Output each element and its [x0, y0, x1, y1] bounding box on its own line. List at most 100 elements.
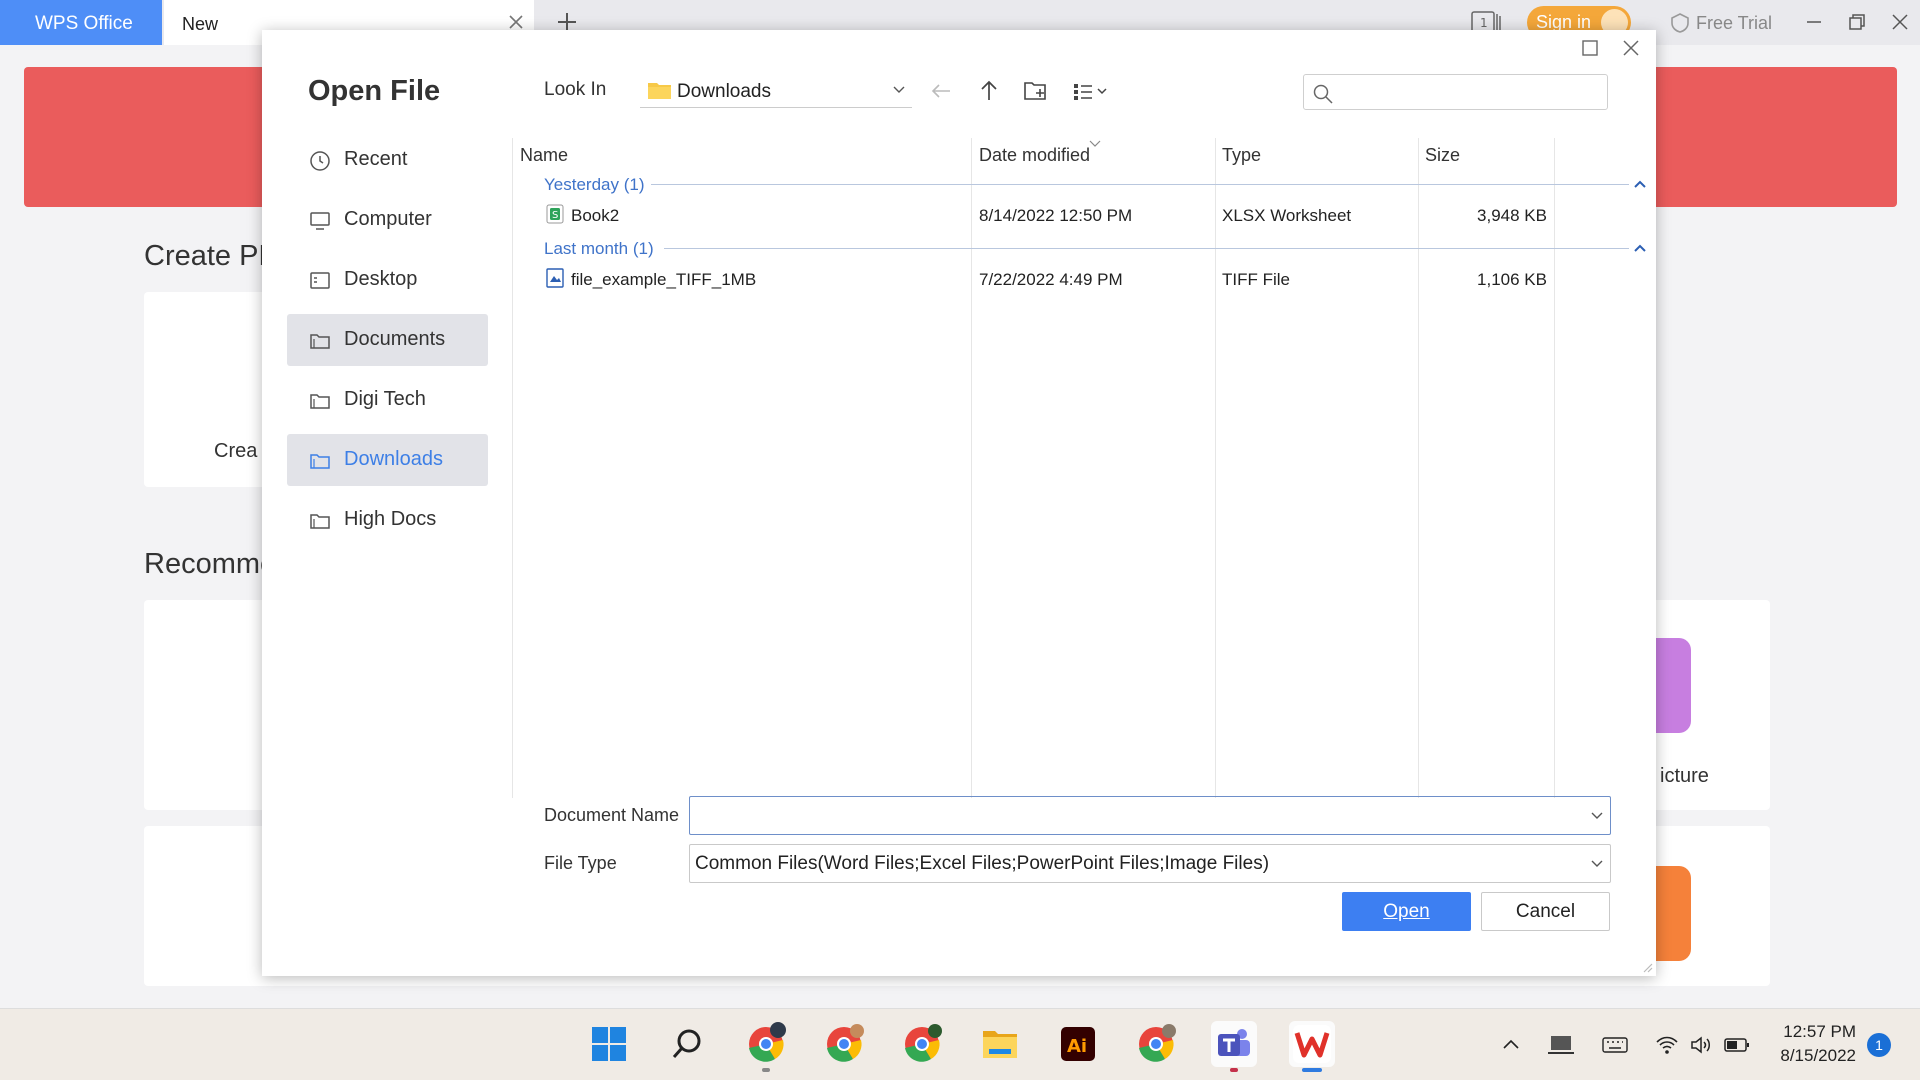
close-tab-icon[interactable]: [506, 12, 526, 32]
back-icon[interactable]: [928, 78, 954, 104]
group-header-yesterday[interactable]: Yesterday (1): [544, 175, 644, 195]
clock-date[interactable]: 8/15/2022: [1780, 1046, 1856, 1066]
clock-time[interactable]: 12:57 PM: [1783, 1022, 1856, 1042]
nav-label: Desktop: [344, 268, 418, 290]
running-indicator: [762, 1068, 770, 1072]
nav-item-documents[interactable]: Documents: [287, 314, 488, 366]
column-divider: [1418, 138, 1419, 798]
chevron-up-icon[interactable]: [1499, 1033, 1523, 1057]
chrome-icon[interactable]: [821, 1021, 867, 1067]
folder-icon: [648, 83, 671, 99]
file-date: 8/14/2022 12:50 PM: [979, 206, 1133, 225]
look-in-dropdown[interactable]: Downloads: [640, 72, 912, 108]
tab-wps-office[interactable]: WPS Office: [0, 0, 162, 45]
file-date: 7/22/2022 4:49 PM: [979, 270, 1123, 289]
file-size: 1,106 KB: [1477, 270, 1547, 289]
wps-icon[interactable]: [1289, 1021, 1335, 1072]
file-type: TIFF File: [1222, 270, 1290, 289]
file-type: XLSX Worksheet: [1222, 206, 1352, 225]
desktop-icon: [310, 272, 330, 289]
notification-badge[interactable]: 1: [1867, 1033, 1891, 1057]
file-name: file_example_TIFF_1MB: [571, 270, 757, 289]
laptop-icon[interactable]: [1547, 1033, 1575, 1057]
create-card-label: Crea: [214, 440, 258, 462]
chevron-down-icon: [893, 86, 905, 93]
nav-item-digi-tech[interactable]: Digi Tech: [287, 374, 488, 426]
nav-item-desktop[interactable]: Desktop: [287, 254, 488, 306]
wifi-icon[interactable]: [1655, 1033, 1679, 1057]
start-icon[interactable]: [586, 1021, 632, 1067]
create-card[interactable]: Crea: [144, 292, 274, 487]
spreadsheet-icon: S: [546, 204, 564, 224]
folder-icon: [310, 334, 330, 349]
nav-label: Recent: [344, 148, 408, 170]
restore-icon[interactable]: [1845, 10, 1869, 34]
volume-icon[interactable]: [1689, 1033, 1713, 1057]
dialog-close-icon[interactable]: [1619, 36, 1643, 60]
column-header-date[interactable]: Date modified: [979, 145, 1090, 166]
column-header-type[interactable]: Type: [1222, 145, 1261, 166]
group-header-last-month[interactable]: Last month (1): [544, 239, 654, 259]
dialog-title: Open File: [308, 75, 441, 107]
up-folder-icon[interactable]: [976, 78, 1002, 104]
chrome-icon[interactable]: [743, 1021, 789, 1072]
resize-grip-icon[interactable]: [1641, 961, 1653, 973]
nav-label: Computer: [344, 208, 432, 230]
search-box[interactable]: [1303, 74, 1608, 110]
nav-item-high-docs[interactable]: High Docs: [287, 494, 488, 546]
column-header-name[interactable]: Name: [520, 145, 568, 166]
nav-item-recent[interactable]: Recent: [287, 134, 488, 186]
minimize-icon[interactable]: [1802, 10, 1826, 34]
look-in-label: Look In: [544, 79, 607, 100]
document-name-field[interactable]: [689, 796, 1611, 835]
recommend-heading: Recomme: [144, 548, 277, 580]
window-close-icon[interactable]: [1888, 10, 1912, 34]
file-type-select[interactable]: Common Files(Word Files;Excel Files;Powe…: [689, 844, 1611, 883]
taskbar: Ai 12:57 PM 8/15/2022 1: [0, 1008, 1920, 1080]
nav-label: High Docs: [344, 508, 437, 530]
keyboard-icon[interactable]: [1601, 1033, 1629, 1057]
file-type-value: Common Files(Word Files;Excel Files;Powe…: [695, 853, 1270, 874]
group-divider: [651, 184, 1629, 185]
monitor-icon: [310, 212, 330, 230]
column-divider: [971, 138, 972, 798]
image-file-icon: [546, 268, 564, 288]
battery-icon[interactable]: [1723, 1033, 1751, 1057]
folder-icon: [310, 514, 330, 529]
folder-icon: [310, 454, 330, 469]
svg-text:S: S: [552, 210, 558, 221]
sidebar-divider: [512, 138, 513, 798]
collapse-icon[interactable]: [1633, 243, 1647, 253]
free-trial-label: Free Trial: [1696, 13, 1773, 33]
cancel-button[interactable]: Cancel: [1481, 892, 1610, 931]
nav-item-downloads[interactable]: Downloads: [287, 434, 488, 486]
column-header-size[interactable]: Size: [1425, 145, 1460, 166]
chevron-down-icon[interactable]: [1590, 811, 1604, 821]
folder-icon: [310, 394, 330, 409]
search-icon: [1313, 84, 1333, 104]
search-input[interactable]: [1340, 77, 1600, 107]
new-folder-icon[interactable]: [1023, 78, 1049, 104]
chrome-icon[interactable]: [899, 1021, 945, 1067]
open-button[interactable]: Open: [1342, 892, 1471, 931]
running-indicator: [1302, 1068, 1322, 1072]
chevron-down-icon[interactable]: [1590, 859, 1604, 869]
file-explorer-icon[interactable]: [977, 1021, 1023, 1067]
group-divider: [664, 248, 1629, 249]
collapse-icon[interactable]: [1633, 179, 1647, 189]
maximize-icon[interactable]: [1579, 37, 1601, 59]
look-in-value: Downloads: [677, 81, 771, 102]
teams-icon[interactable]: [1211, 1021, 1257, 1072]
search-icon[interactable]: [664, 1021, 710, 1067]
illustrator-icon[interactable]: Ai: [1055, 1021, 1101, 1067]
document-name-input[interactable]: [696, 801, 1576, 831]
file-size: 3,948 KB: [1477, 206, 1547, 225]
free-trial-button[interactable]: Free Trial: [1668, 11, 1772, 35]
chrome-icon[interactable]: [1133, 1021, 1179, 1067]
file-name: Book2: [571, 206, 620, 225]
nav-label: Downloads: [344, 448, 443, 470]
clock-icon: [310, 151, 330, 171]
nav-item-computer[interactable]: Computer: [287, 194, 488, 246]
open-file-dialog: Open File Recent Computer Desktop Docume…: [262, 30, 1656, 976]
view-mode-icon[interactable]: [1072, 78, 1118, 104]
